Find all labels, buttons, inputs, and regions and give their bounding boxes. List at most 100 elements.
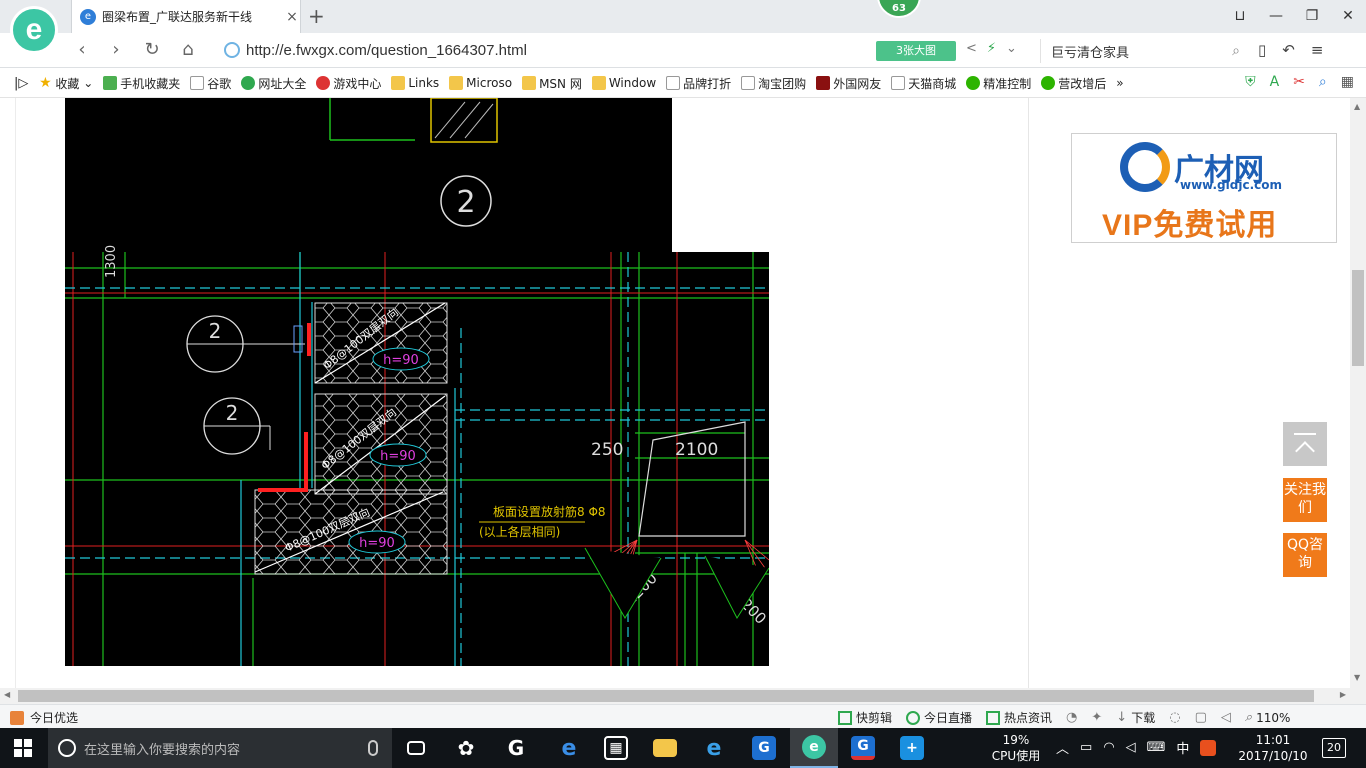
- taskbar-app-explorer[interactable]: [641, 728, 689, 768]
- bookmark-links[interactable]: Links: [391, 76, 439, 90]
- vertical-scrollbar[interactable]: ▲ ▼: [1350, 98, 1366, 688]
- pin-icon[interactable]: ✦: [1091, 710, 1102, 725]
- scroll-thumb[interactable]: [1352, 270, 1364, 366]
- chevron-down-icon[interactable]: ⌄: [1006, 41, 1017, 56]
- url-field[interactable]: http://e.fwxgx.com/question_1664307.html: [224, 38, 864, 62]
- menu-icon[interactable]: ≡: [1311, 41, 1324, 59]
- scroll-down-icon[interactable]: ▼: [1354, 673, 1360, 682]
- bookmark-brand-discount[interactable]: 品牌打折: [666, 75, 731, 92]
- big-pictures-button[interactable]: 3张大图: [876, 41, 956, 61]
- bookmark-vat-reform[interactable]: 营改增后: [1041, 75, 1106, 92]
- taskbar-app-edge[interactable]: e: [545, 728, 593, 768]
- wifi-icon[interactable]: ◠: [1103, 740, 1114, 755]
- task-view-button[interactable]: [392, 728, 440, 768]
- bookmark-google[interactable]: 谷歌: [190, 75, 231, 92]
- windows-start-icon[interactable]: [14, 739, 32, 757]
- microphone-icon[interactable]: [368, 740, 378, 756]
- keyboard-icon[interactable]: ⌨: [1147, 740, 1166, 755]
- mobile-icon[interactable]: ▯: [1258, 41, 1266, 59]
- share-icon[interactable]: <: [966, 41, 977, 56]
- scroll-left-icon[interactable]: ◀: [4, 690, 10, 699]
- forward-icon[interactable]: ›: [104, 38, 128, 62]
- sidebar-toggle-icon[interactable]: |▷: [14, 76, 28, 91]
- tab-close-button[interactable]: ×: [284, 9, 300, 25]
- taskbar-app-tool[interactable]: +: [888, 728, 936, 768]
- bookmark-favorites[interactable]: ★ 收藏 ⌄: [38, 75, 93, 92]
- bookmark-more[interactable]: »: [1116, 76, 1123, 90]
- volume-icon[interactable]: ◁: [1126, 740, 1136, 755]
- status-quick-clip[interactable]: 快剪辑: [838, 709, 892, 726]
- scroll-up-icon[interactable]: ▲: [1354, 102, 1360, 111]
- taskbar-app-glodon-blue[interactable]: G: [740, 728, 788, 768]
- refresh-icon[interactable]: ↻: [140, 38, 164, 62]
- taskbar-search-box[interactable]: 在这里输入你要搜索的内容: [48, 728, 392, 768]
- bookmark-microsoft[interactable]: Microso: [449, 76, 512, 90]
- translate-icon[interactable]: A: [1270, 74, 1280, 90]
- chevron-up-icon[interactable]: ︿: [1056, 738, 1069, 757]
- browser-logo-icon[interactable]: e: [10, 6, 58, 54]
- shield-icon[interactable]: ⛨: [1245, 74, 1256, 90]
- horizontal-scrollbar[interactable]: ◀ ▶: [0, 688, 1350, 704]
- taskbar-search-placeholder: 在这里输入你要搜索的内容: [84, 742, 241, 758]
- bookmark-taobao-group[interactable]: 淘宝团购: [741, 75, 806, 92]
- battery-icon[interactable]: ▭: [1080, 740, 1092, 755]
- qq-consult-button[interactable]: QQ咨询: [1283, 533, 1327, 577]
- magnifier-icon[interactable]: ⌕: [1319, 74, 1327, 90]
- window-icon[interactable]: ▢: [1195, 710, 1207, 725]
- scissors-icon[interactable]: ✂: [1293, 74, 1305, 90]
- volume-icon[interactable]: ◁: [1221, 710, 1231, 725]
- taskbar-app-pinwheel[interactable]: ✿: [442, 728, 490, 768]
- search-box[interactable]: 巨亏清仓家具 ⌕: [1040, 39, 1240, 63]
- search-icon[interactable]: ⌕: [1232, 43, 1240, 59]
- notification-badge[interactable]: 63: [877, 0, 921, 18]
- taskbar-app-glodon-red[interactable]: G: [839, 728, 887, 768]
- new-tab-button[interactable]: +: [308, 4, 325, 28]
- bookmark-windows[interactable]: Window: [591, 76, 656, 90]
- status-hot-news[interactable]: 热点资讯: [986, 709, 1052, 726]
- status-download[interactable]: ↓ 下载: [1116, 709, 1155, 726]
- status-daily-picks[interactable]: 今日优选: [10, 709, 78, 726]
- search-input[interactable]: 巨亏清仓家具: [1051, 42, 1232, 61]
- taskbar-app-360-browser[interactable]: e: [790, 728, 838, 768]
- skin-button[interactable]: ⊔: [1222, 0, 1258, 33]
- taskbar-app-store[interactable]: ▦: [592, 728, 640, 768]
- scroll-thumb-horizontal[interactable]: [18, 690, 1314, 702]
- cleaner-icon[interactable]: ◌: [1169, 710, 1180, 725]
- edge-icon: e: [561, 735, 577, 761]
- bookmark-mobile[interactable]: 手机收藏夹: [103, 75, 180, 92]
- restore-button[interactable]: ❐: [1294, 0, 1330, 33]
- tab-active[interactable]: e 圈梁布置_广联达服务新干线 ×: [71, 0, 301, 33]
- close-window-button[interactable]: ✕: [1330, 0, 1366, 33]
- notification-center-button[interactable]: 20: [1322, 738, 1346, 758]
- ime-indicator[interactable]: 中: [1176, 738, 1189, 757]
- apps-grid-icon[interactable]: ▦: [1341, 74, 1354, 90]
- bookmark-url-directory[interactable]: 网址大全: [241, 75, 306, 92]
- status-live[interactable]: 今日直播: [906, 709, 972, 726]
- bookmark-foreign-friends[interactable]: 外国网友: [816, 75, 881, 92]
- lightning-icon[interactable]: ⚡: [987, 41, 996, 56]
- bookmark-tmall[interactable]: 天猫商城: [891, 75, 956, 92]
- follow-us-button[interactable]: 关注我们: [1283, 478, 1327, 522]
- home-icon[interactable]: ⌂: [176, 38, 200, 62]
- taskbar-app-ie[interactable]: e: [690, 728, 738, 768]
- cpu-usage[interactable]: 19% CPU使用: [990, 732, 1042, 764]
- bookmark-game-center[interactable]: 游戏中心: [316, 75, 381, 92]
- advertisement-banner[interactable]: 广材网 www.gldjc.com VIP免费试用: [1071, 133, 1337, 243]
- taskbar-app-glodon[interactable]: G: [492, 728, 540, 768]
- minimize-button[interactable]: —: [1258, 0, 1294, 33]
- address-bar: ‹ › ↻ ⌂ http://e.fwxgx.com/question_1664…: [0, 33, 1366, 68]
- back-icon[interactable]: ‹: [70, 38, 94, 62]
- back-to-top-button[interactable]: [1283, 422, 1327, 466]
- folder-icon: [449, 76, 464, 90]
- bookmark-msn[interactable]: MSN 网: [522, 75, 582, 92]
- undo-icon[interactable]: ↶: [1282, 41, 1295, 59]
- ie-icon: e: [706, 735, 722, 761]
- bookmark-precise-control[interactable]: 精准控制: [966, 75, 1031, 92]
- zoom-level[interactable]: ⌕ 110%: [1245, 710, 1291, 725]
- tool-icon: +: [900, 736, 924, 760]
- scroll-right-icon[interactable]: ▶: [1340, 690, 1346, 699]
- sogou-icon[interactable]: [1200, 739, 1217, 756]
- cad-note-line1: 板面设置放射筋8 Φ8: [493, 504, 606, 519]
- speed-icon[interactable]: ◔: [1066, 710, 1077, 725]
- system-clock[interactable]: 11:01 2017/10/10: [1238, 732, 1308, 764]
